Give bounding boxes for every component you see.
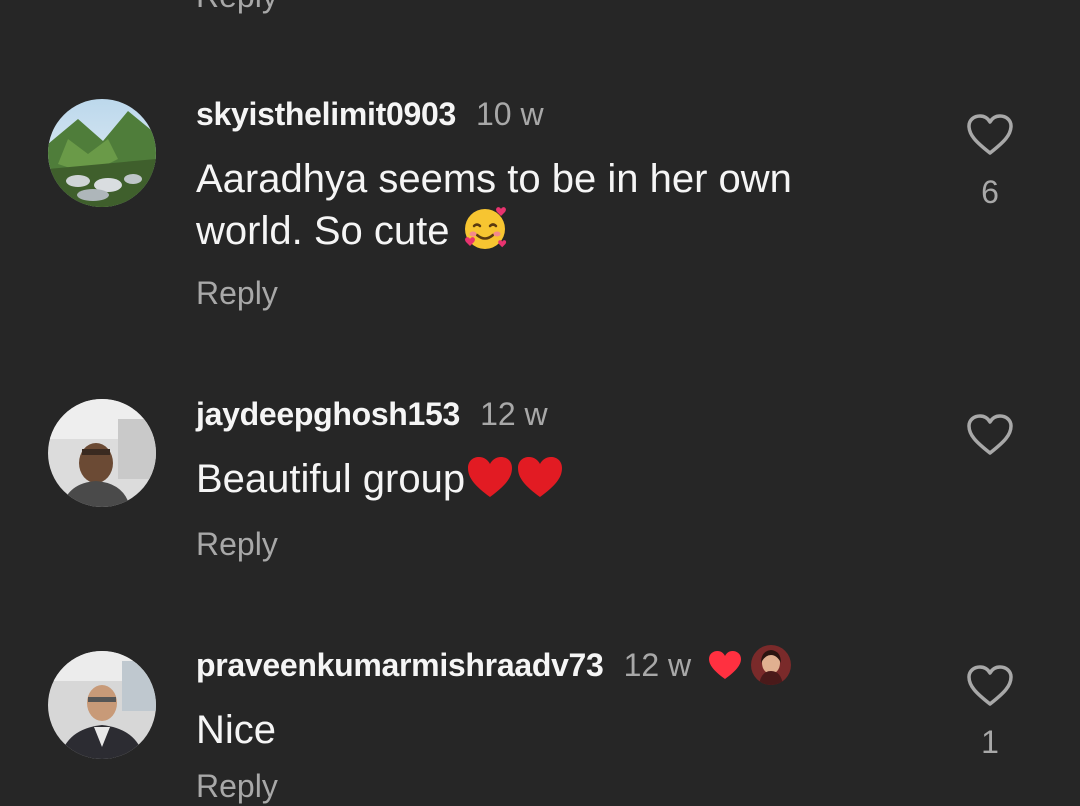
timestamp: 12 w [480,395,548,432]
heart-outline-icon[interactable] [966,413,1014,457]
creator-avatar [751,645,792,685]
avatar[interactable] [48,99,156,207]
timestamp: 10 w [475,95,544,132]
reply-button[interactable]: Reply [196,273,278,313]
comment-meta: jaydeepghosh153 12 w [196,394,548,434]
like-count: 1 [981,724,999,760]
avatar[interactable] [48,651,156,759]
comment-text: Nice [196,708,277,752]
username[interactable]: skyisthelimit0903 [196,96,456,133]
comment-text: Beautiful group [196,454,896,504]
comment-text: Aaradhya seems to be in her own world. S… [196,157,792,253]
heart-outline-icon[interactable] [966,664,1014,708]
comment-meta: praveenkumarmishraadv73 12 w [196,645,792,685]
timestamp: 12 w [623,646,692,683]
username[interactable]: jaydeepghosh153 [196,396,460,433]
reply-button[interactable]: Reply [196,766,278,806]
heart-outline-icon[interactable] [966,113,1014,157]
creator-liked-heart-icon [707,649,743,681]
red-heart-icon [515,454,565,500]
previous-reply-button[interactable]: Reply [196,0,278,16]
reply-button[interactable]: Reply [196,524,278,564]
username[interactable]: praveenkumarmishraadv73 [196,647,604,684]
avatar[interactable] [48,399,156,507]
comment-meta: skyisthelimit0903 10 w [196,94,544,134]
smiling-face-with-hearts-icon [461,204,509,252]
red-heart-icon [465,454,515,500]
like-count: 6 [981,174,999,210]
